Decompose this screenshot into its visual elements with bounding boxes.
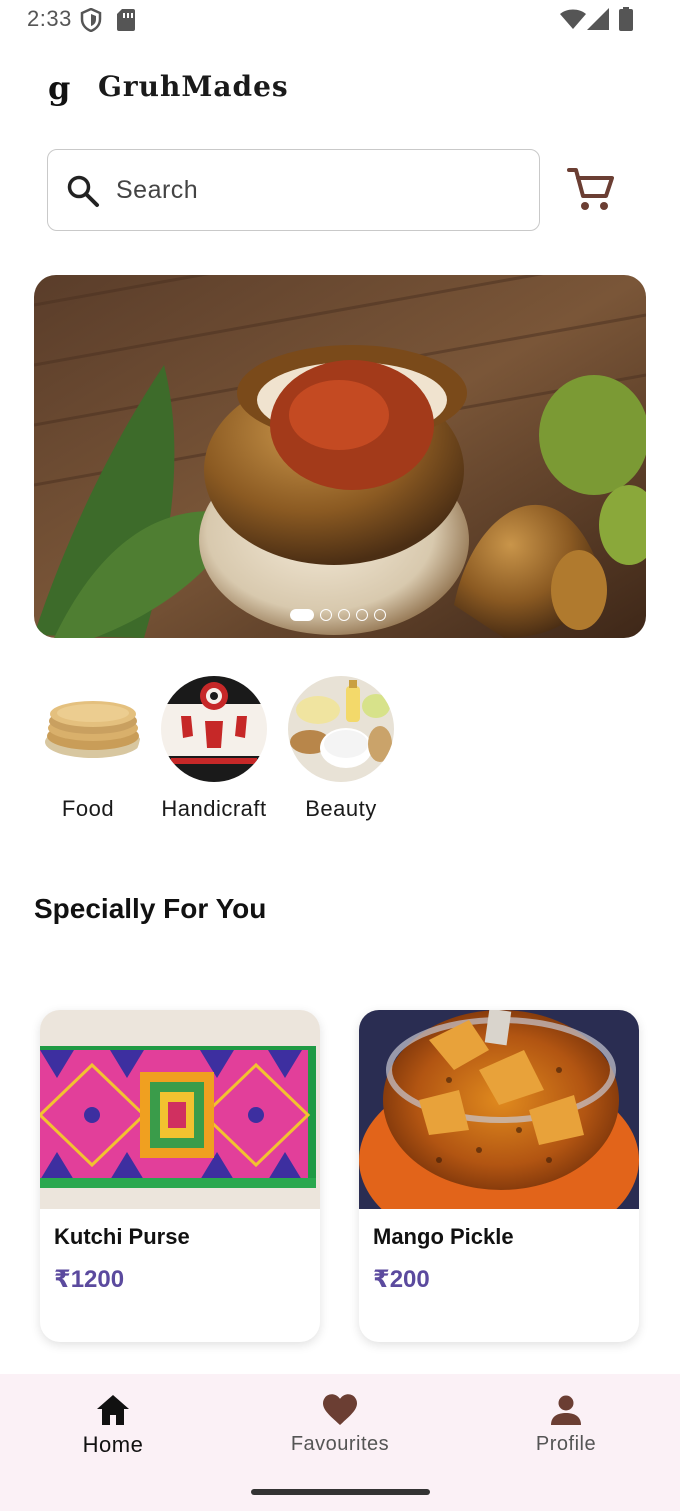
category-beauty[interactable]: Beauty bbox=[281, 676, 401, 822]
category-label: Beauty bbox=[305, 796, 377, 821]
sim-card-icon bbox=[117, 9, 135, 31]
promo-banner[interactable] bbox=[34, 275, 646, 638]
product-name: Mango Pickle bbox=[373, 1224, 514, 1249]
nav-item-home[interactable]: Home bbox=[23, 1374, 203, 1474]
heart-icon bbox=[323, 1394, 357, 1425]
battery-icon bbox=[619, 7, 633, 31]
nav-item-profile[interactable]: Profile bbox=[476, 1374, 656, 1474]
carousel-dot[interactable] bbox=[290, 609, 314, 621]
carousel-dots bbox=[290, 608, 386, 622]
shield-icon bbox=[80, 8, 102, 32]
status-bar: 2:33 bbox=[0, 0, 680, 40]
product-card-kutchi-purse[interactable]: Kutchi Purse ₹1200 bbox=[40, 1010, 320, 1342]
search-input[interactable] bbox=[116, 170, 516, 210]
status-time: 2:33 bbox=[27, 6, 72, 31]
search-icon bbox=[67, 175, 99, 207]
signal-icon bbox=[587, 8, 609, 30]
category-food[interactable]: Food bbox=[28, 676, 148, 822]
carousel-dot[interactable] bbox=[320, 609, 332, 621]
product-price: ₹200 bbox=[373, 1266, 430, 1293]
nav-item-favourites[interactable]: Favourites bbox=[250, 1374, 430, 1474]
app-title: GruhMades bbox=[98, 70, 289, 103]
carousel-dot[interactable] bbox=[356, 609, 368, 621]
nav-label: Home bbox=[82, 1432, 144, 1457]
category-label: Food bbox=[61, 796, 115, 821]
gesture-home-indicator[interactable] bbox=[251, 1489, 430, 1495]
product-card-mango-pickle[interactable]: Mango Pickle ₹200 bbox=[359, 1010, 639, 1342]
category-label: Handicraft bbox=[161, 796, 267, 821]
nav-label: Favourites bbox=[290, 1433, 390, 1455]
pickle-jar-photo bbox=[34, 275, 646, 638]
embroidered-plate-photo bbox=[161, 676, 267, 782]
product-price: ₹1200 bbox=[54, 1266, 125, 1293]
section-title: Specially For You bbox=[34, 893, 267, 924]
mango-pickle-photo bbox=[359, 1010, 639, 1209]
search-box[interactable] bbox=[47, 149, 540, 231]
home-icon bbox=[97, 1395, 129, 1425]
carousel-dot[interactable] bbox=[374, 609, 386, 621]
nav-label: Profile bbox=[535, 1433, 597, 1455]
category-handicraft[interactable]: Handicraft bbox=[154, 676, 274, 822]
wifi-icon bbox=[560, 9, 586, 29]
beauty-products-photo bbox=[288, 676, 394, 782]
carousel-dot[interactable] bbox=[338, 609, 350, 621]
person-icon bbox=[551, 1395, 581, 1425]
product-name: Kutchi Purse bbox=[54, 1224, 190, 1249]
cart-icon[interactable] bbox=[566, 164, 616, 214]
flatbread-stack-photo bbox=[35, 676, 141, 782]
kutchi-purse-photo bbox=[40, 1010, 320, 1209]
app-logo: g bbox=[48, 69, 71, 107]
